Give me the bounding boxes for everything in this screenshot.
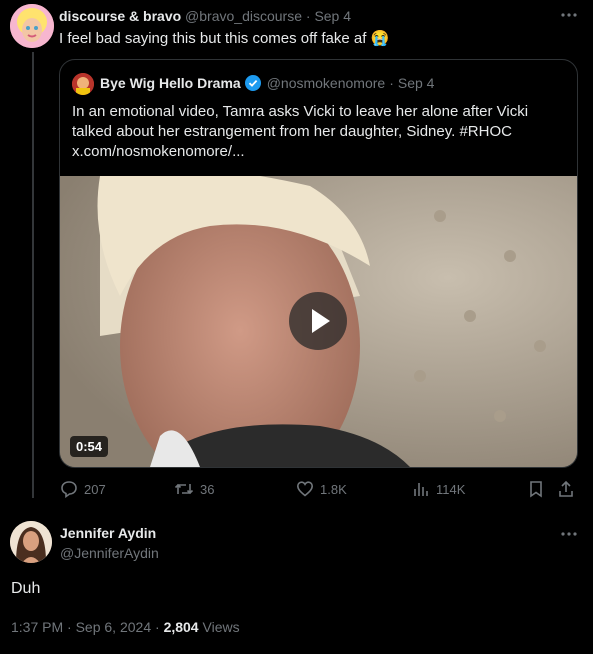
verified-badge-icon — [244, 75, 261, 91]
thread-line — [32, 52, 34, 498]
tweet-header: discourse & bravo @bravo_discourse · Sep… — [59, 8, 351, 24]
views-button[interactable]: 114K — [412, 480, 465, 498]
reply-text: Duh — [11, 580, 41, 597]
quoted-text-line: In an emotional video, Tamra asks Vicki … — [72, 103, 529, 120]
reply-views-label: Views — [202, 619, 240, 635]
retweet-icon — [174, 483, 194, 495]
reply-button[interactable]: 207 — [60, 480, 106, 498]
share-icon[interactable] — [557, 480, 575, 503]
separator-dot: · — [305, 8, 311, 24]
more-icon[interactable] — [560, 6, 578, 24]
reply-meta: 1:37 PM · Sep 6, 2024 · 2,804 Views — [11, 619, 240, 635]
analytics-icon — [414, 483, 428, 496]
reply-avatar[interactable] — [10, 521, 52, 563]
separator-dot: · — [389, 75, 394, 91]
play-button[interactable] — [289, 292, 347, 350]
reply-date[interactable]: Sep 6, 2024 — [76, 619, 152, 635]
tweet-text: I feel bad saying this but this comes of… — [59, 30, 390, 47]
heart-icon — [296, 481, 314, 497]
quoted-author-name[interactable]: Bye Wig Hello Drama — [100, 75, 241, 91]
quoted-link[interactable]: x.com/nosmokenomore/... — [72, 142, 567, 162]
quoted-handle[interactable]: @nosmokenomore — [267, 75, 386, 91]
tweet-date[interactable]: Sep 4 — [314, 8, 351, 24]
separator-dot: · — [155, 619, 160, 635]
bookmark-icon[interactable] — [528, 480, 544, 503]
author-name[interactable]: discourse & bravo — [59, 8, 181, 24]
views-count: 114K — [436, 481, 466, 497]
quoted-text: In an emotional video, Tamra asks Vicki … — [72, 102, 567, 162]
reply-time[interactable]: 1:37 PM — [11, 619, 63, 635]
retweet-button[interactable]: 36 — [174, 480, 214, 498]
quoted-date[interactable]: Sep 4 — [398, 75, 435, 91]
author-handle[interactable]: @bravo_discourse — [185, 8, 302, 24]
reply-avatar-image — [10, 521, 52, 563]
video-player[interactable]: 0:54 — [60, 176, 577, 467]
like-button[interactable]: 1.8K — [296, 480, 347, 498]
reply-more-icon[interactable] — [560, 525, 578, 543]
avatar-image — [10, 4, 54, 48]
quoted-avatar[interactable] — [72, 73, 94, 95]
avatar[interactable] — [10, 4, 54, 48]
retweet-count: 36 — [200, 481, 215, 497]
reply-handle[interactable]: @JenniferAydin — [60, 545, 159, 561]
quoted-text-line: talked about her estrangement from her d… — [72, 123, 512, 140]
like-count: 1.8K — [320, 481, 347, 497]
video-duration: 0:54 — [70, 436, 109, 457]
reply-author-name[interactable]: Jennifer Aydin — [60, 525, 156, 541]
reply-views-count: 2,804 — [163, 619, 199, 635]
quoted-header: Bye Wig Hello Drama @nosmokenomore · Sep… — [100, 75, 434, 91]
reply-icon — [61, 481, 77, 498]
quoted-tweet[interactable]: Bye Wig Hello Drama @nosmokenomore · Sep… — [59, 59, 578, 468]
reply-count: 207 — [84, 481, 106, 497]
separator-dot: · — [67, 619, 72, 635]
